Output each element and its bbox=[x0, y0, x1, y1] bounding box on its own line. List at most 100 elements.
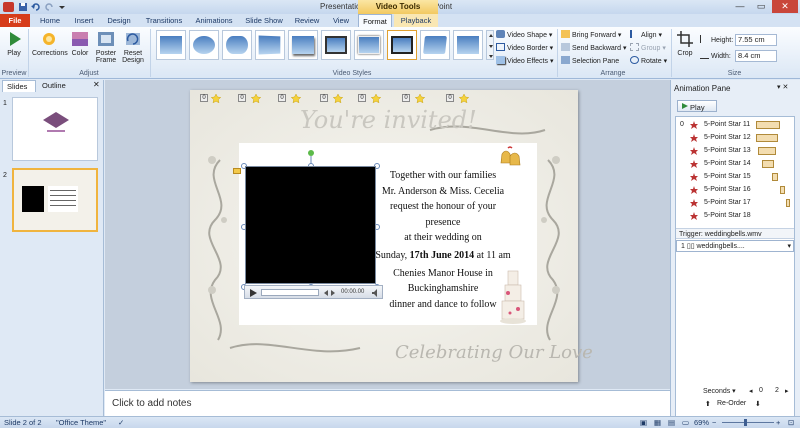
list-item[interactable]: 5-Point Star 13 bbox=[676, 145, 794, 157]
tab-insert[interactable]: Insert bbox=[70, 14, 98, 27]
list-item[interactable]: 1 ▯▯ weddingbells.... ▾ bbox=[676, 240, 794, 252]
tab-design[interactable]: Design bbox=[104, 14, 134, 27]
video-border-button[interactable]: Video Border ▾ bbox=[496, 43, 553, 54]
tab-animations[interactable]: Animations bbox=[192, 14, 236, 27]
pane-options-icon[interactable]: ▾ ✕ bbox=[777, 83, 788, 91]
save-icon[interactable] bbox=[18, 2, 29, 12]
wedding-video[interactable] bbox=[245, 166, 376, 284]
bring-forward-button[interactable]: Bring Forward ▾ bbox=[561, 30, 621, 41]
gallery-scroll-button[interactable] bbox=[486, 30, 494, 60]
zoom-in-icon[interactable]: ▸ bbox=[785, 387, 789, 395]
tab-file[interactable]: File bbox=[0, 14, 30, 27]
height-label: Height: bbox=[700, 35, 733, 46]
step-icons[interactable] bbox=[323, 288, 341, 298]
slideshow-icon[interactable]: ▭ bbox=[682, 417, 689, 428]
tab-home[interactable]: Home bbox=[36, 14, 64, 27]
video-style-thumb[interactable] bbox=[453, 30, 483, 60]
timing-bar[interactable] bbox=[756, 134, 778, 142]
video-shape-button[interactable]: Video Shape ▾ bbox=[496, 30, 552, 41]
video-effects-button[interactable]: Video Effects ▾ bbox=[496, 56, 553, 67]
tab-slide-show[interactable]: Slide Show bbox=[242, 14, 286, 27]
video-style-thumb[interactable] bbox=[354, 30, 384, 60]
zoom-level[interactable]: 69% bbox=[694, 417, 709, 428]
reset-design-button[interactable]: Reset Design bbox=[120, 29, 146, 64]
crop-button[interactable]: Crop bbox=[675, 29, 695, 57]
list-item[interactable]: 5-Point Star 15 bbox=[676, 171, 794, 183]
video-style-thumb-selected[interactable] bbox=[387, 30, 417, 60]
play-preview-button[interactable]: Play bbox=[4, 29, 24, 57]
list-item[interactable]: 5-Point Star 14 bbox=[676, 158, 794, 170]
minimize-button[interactable]: — bbox=[730, 0, 750, 13]
timing-bar[interactable] bbox=[758, 147, 776, 155]
tab-playback[interactable]: Playback bbox=[394, 14, 438, 27]
fit-slide-icon[interactable]: ⊡ bbox=[788, 417, 794, 428]
trigger-header[interactable]: Trigger: weddingbells.wmv bbox=[676, 228, 794, 239]
tab-format[interactable]: Format bbox=[358, 14, 392, 27]
group-button[interactable]: Group ▾ bbox=[630, 43, 666, 54]
timing-bar[interactable] bbox=[786, 199, 790, 207]
video-style-thumb[interactable] bbox=[255, 30, 285, 60]
notes-pane[interactable]: Click to add notes bbox=[105, 390, 670, 416]
zoom-out-icon[interactable]: − bbox=[712, 417, 716, 428]
width-field[interactable]: 8.4 cm bbox=[735, 50, 777, 62]
move-up-icon[interactable]: ⬆ bbox=[705, 400, 711, 408]
color-button[interactable]: Color bbox=[68, 29, 92, 57]
poster-frame-icon bbox=[95, 29, 117, 49]
slide-editor[interactable]: 0 0 0 0 0 0 0 You're invited! 00:00.00 T… bbox=[190, 90, 593, 382]
selection-pane-button[interactable]: Selection Pane bbox=[561, 56, 619, 67]
undo-icon[interactable] bbox=[31, 2, 42, 12]
play-icon[interactable] bbox=[248, 288, 258, 298]
normal-view-icon[interactable]: ▣ bbox=[640, 417, 647, 428]
close-pane-button[interactable]: ✕ bbox=[93, 80, 100, 89]
slide-thumbnail-2[interactable] bbox=[12, 168, 98, 232]
star-effect-icon bbox=[690, 134, 698, 142]
video-style-thumb[interactable] bbox=[321, 30, 351, 60]
zoom-in-icon[interactable]: + bbox=[776, 417, 780, 428]
close-button[interactable]: ✕ bbox=[772, 0, 798, 13]
list-item[interactable]: 5-Point Star 18 bbox=[676, 210, 794, 222]
send-backward-button[interactable]: Send Backward ▾ bbox=[561, 43, 627, 54]
media-trigger-icon bbox=[233, 168, 241, 174]
timeline-units[interactable]: Seconds ▾ bbox=[703, 387, 736, 395]
tab-review[interactable]: Review bbox=[292, 14, 322, 27]
play-icon bbox=[682, 103, 688, 109]
customize-toolbar-icon[interactable] bbox=[57, 2, 68, 12]
tab-slides[interactable]: Slides bbox=[2, 80, 36, 92]
list-item[interactable]: 5-Point Star 12 bbox=[676, 132, 794, 144]
animation-play-button[interactable]: Play bbox=[677, 100, 717, 112]
list-item[interactable]: 0 5-Point Star 11 bbox=[676, 119, 794, 131]
redo-icon[interactable] bbox=[44, 2, 55, 12]
height-field[interactable]: 7.55 cm bbox=[735, 34, 777, 46]
zoom-slider[interactable] bbox=[722, 422, 774, 423]
poster-frame-button[interactable]: Poster Frame bbox=[94, 29, 118, 64]
dropdown-arrow-icon[interactable]: ▾ bbox=[787, 241, 791, 253]
zoom-slider-thumb[interactable] bbox=[744, 419, 747, 426]
video-seek-bar[interactable] bbox=[261, 289, 319, 296]
maximize-button[interactable]: ▭ bbox=[751, 0, 771, 13]
notes-placeholder[interactable]: Click to add notes bbox=[112, 398, 192, 409]
tab-view[interactable]: View bbox=[328, 14, 354, 27]
zoom-out-icon[interactable]: ◂ bbox=[749, 387, 753, 395]
list-item[interactable]: 5-Point Star 17 bbox=[676, 197, 794, 209]
reading-view-icon[interactable]: ▤ bbox=[668, 417, 675, 428]
slide-thumbnail-1[interactable] bbox=[12, 97, 98, 161]
video-style-thumb[interactable] bbox=[222, 30, 252, 60]
timing-bar[interactable] bbox=[762, 160, 774, 168]
timing-bar[interactable] bbox=[772, 173, 778, 181]
list-item[interactable]: 5-Point Star 16 bbox=[676, 184, 794, 196]
timing-bar[interactable] bbox=[780, 186, 785, 194]
video-style-thumb[interactable] bbox=[420, 30, 450, 60]
tab-transitions[interactable]: Transitions bbox=[140, 14, 188, 27]
move-down-icon[interactable]: ⬇ bbox=[755, 400, 761, 408]
rotate-button[interactable]: Rotate ▾ bbox=[630, 56, 667, 67]
video-style-thumb[interactable] bbox=[288, 30, 318, 60]
video-style-thumb[interactable] bbox=[156, 30, 186, 60]
tab-outline[interactable]: Outline bbox=[38, 80, 76, 92]
align-button[interactable]: Align ▾ bbox=[630, 30, 662, 41]
slide-sorter-icon[interactable]: ▦ bbox=[654, 417, 661, 428]
slide-count: Slide 2 of 2 bbox=[4, 418, 42, 427]
timing-bar[interactable] bbox=[756, 121, 780, 129]
video-style-thumb[interactable] bbox=[189, 30, 219, 60]
language-icon[interactable]: ✓ bbox=[118, 417, 124, 428]
corrections-button[interactable]: Corrections bbox=[32, 29, 68, 57]
